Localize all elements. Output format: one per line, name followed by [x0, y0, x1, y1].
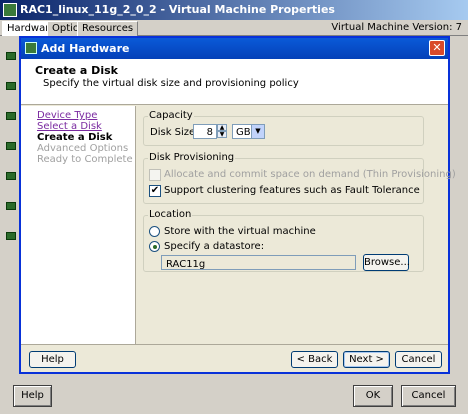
- disk-size-unit-select[interactable]: GB ▼: [232, 124, 265, 139]
- close-icon[interactable]: ✕: [429, 40, 445, 56]
- store-with-vm-radio[interactable]: [149, 226, 160, 237]
- datastore-path-field[interactable]: RAC11g: [161, 255, 356, 270]
- device-icon: [6, 232, 16, 240]
- wizard-steps: Device Type Select a Disk Create a Disk …: [21, 106, 136, 344]
- thin-provisioning-checkbox: [149, 169, 161, 181]
- cancel-button[interactable]: Cancel: [395, 351, 442, 368]
- step-create-disk: Create a Disk: [37, 132, 113, 143]
- hardware-icon: [25, 42, 37, 54]
- page-title: Create a Disk: [35, 64, 118, 77]
- specify-datastore-radio[interactable]: [149, 241, 160, 252]
- fault-tolerance-checkbox[interactable]: ✔: [149, 185, 161, 197]
- chevron-up-icon[interactable]: ▲: [217, 124, 227, 131]
- disk-size-input[interactable]: 8: [193, 124, 217, 139]
- step-device-type[interactable]: Device Type: [37, 110, 97, 121]
- dialog-header: Create a Disk Specify the virtual disk s…: [21, 59, 448, 105]
- browse-button[interactable]: Browse...: [363, 254, 410, 271]
- thin-provisioning-label: Allocate and commit space on demand (Thi…: [164, 169, 456, 180]
- vm-version-label: Virtual Machine Version: 7: [331, 22, 462, 33]
- back-button[interactable]: < Back: [291, 351, 338, 368]
- disk-size-unit-value: GB: [236, 127, 251, 138]
- device-icon: [6, 202, 16, 210]
- add-hardware-dialog: Add Hardware ✕ Create a Disk Specify the…: [19, 36, 456, 374]
- hardware-list-strip: [4, 52, 18, 352]
- outer-cancel-button[interactable]: Cancel: [401, 385, 456, 407]
- dialog-title: Add Hardware: [41, 42, 130, 55]
- device-icon: [6, 52, 16, 60]
- dialog-titlebar: Add Hardware ✕: [21, 38, 448, 59]
- device-icon: [6, 172, 16, 180]
- radio-selected-dot: [153, 245, 157, 249]
- disk-size-label: Disk Size:: [150, 127, 199, 138]
- outer-window-title: RAC1_linux_11g_2_0_2 - Virtual Machine P…: [20, 3, 335, 16]
- location-group-label: Location: [148, 209, 193, 220]
- fault-tolerance-label: Support clustering features such as Faul…: [164, 185, 420, 196]
- device-icon: [6, 142, 16, 150]
- specify-datastore-label: Specify a datastore:: [164, 241, 265, 252]
- dropdown-arrow-icon: ▼: [251, 125, 264, 138]
- disk-provisioning-group: [143, 158, 424, 204]
- tab-resources[interactable]: Resources: [77, 21, 139, 36]
- dialog-footer: Help < Back Next > Cancel: [21, 344, 448, 372]
- capacity-group-label: Capacity: [148, 110, 194, 121]
- vm-icon: [3, 3, 17, 17]
- help-button[interactable]: Help: [29, 351, 76, 368]
- chevron-down-icon[interactable]: ▼: [217, 131, 227, 138]
- outer-ok-button[interactable]: OK: [353, 385, 393, 407]
- device-icon: [6, 82, 16, 90]
- step-advanced-options: Advanced Options: [37, 143, 129, 154]
- disk-size-stepper[interactable]: ▲ ▼: [217, 124, 227, 139]
- disk-provisioning-group-label: Disk Provisioning: [148, 152, 236, 163]
- step-ready-to-complete: Ready to Complete: [37, 154, 133, 165]
- store-with-vm-label: Store with the virtual machine: [164, 226, 316, 237]
- page-subtitle: Specify the virtual disk size and provis…: [43, 78, 299, 89]
- outer-window-titlebar: RAC1_linux_11g_2_0_2 - Virtual Machine P…: [0, 0, 468, 20]
- device-icon: [6, 112, 16, 120]
- step-select-disk[interactable]: Select a Disk: [37, 121, 102, 132]
- next-button[interactable]: Next >: [343, 351, 390, 368]
- outer-help-button[interactable]: Help: [13, 385, 52, 407]
